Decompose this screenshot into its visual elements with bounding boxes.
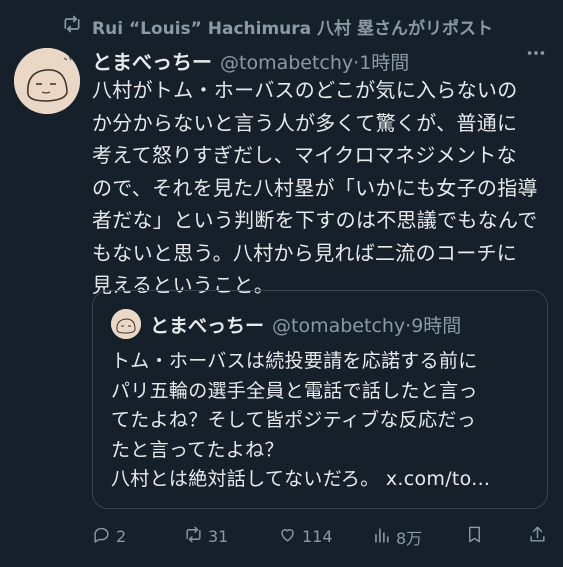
reply-count: 2: [116, 527, 127, 546]
like-count: 114: [302, 527, 333, 546]
action-bar: 2 31 114 8万: [92, 521, 548, 551]
like-button[interactable]: 114: [278, 525, 333, 548]
tweet-text: 八村がトム・ホーバスのどこが気に入らないの か分からないと言う人が多くて驚くが、…: [92, 78, 538, 297]
handle-time[interactable]: @tomabetchy·1時間: [220, 48, 409, 75]
bookmark-icon: [465, 525, 484, 548]
bookmark-button[interactable]: [465, 525, 484, 548]
quote-avatar: [111, 309, 141, 339]
share-icon: [528, 525, 547, 548]
quote-tweet-card[interactable]: とまべっちー @tomabetchy·9時間 トム・ホーバスは続投要請を応諾する…: [92, 290, 548, 509]
repost-count: 31: [208, 527, 229, 546]
more-button[interactable]: [525, 44, 547, 66]
display-name[interactable]: とまべっちー: [92, 46, 212, 75]
quote-link[interactable]: x.com/to...: [386, 468, 490, 490]
quote-display-name: とまべっちー: [150, 315, 265, 337]
tweet-header: とまべっちー @tomabetchy·1時間: [92, 46, 409, 75]
avatar[interactable]: [14, 48, 80, 114]
quote-text: トム・ホーバスは続投要請を応諾する前に パリ五輪の選手全員と電話で話したと言っ …: [111, 347, 541, 495]
views-count: 8万: [396, 529, 423, 548]
repost-icon: [62, 14, 82, 39]
reply-icon: [92, 525, 111, 548]
reply-button[interactable]: 2: [92, 525, 126, 548]
views-button[interactable]: 8万: [372, 525, 422, 549]
repost-icon: [184, 525, 203, 548]
quote-header: とまべっちー @tomabetchy·9時間: [150, 311, 461, 338]
more-icon: [525, 42, 547, 68]
repost-header[interactable]: Rui “Louis” Hachimura 八村 塁さんがリポスト: [62, 14, 493, 39]
quote-handle-time: @tomabetchy·9時間: [272, 315, 462, 337]
heart-icon: [278, 525, 297, 548]
views-icon: [372, 526, 391, 549]
repost-label: Rui “Louis” Hachimura 八村 塁さんがリポスト: [92, 19, 493, 39]
repost-button[interactable]: 31: [184, 525, 228, 548]
share-button[interactable]: [528, 525, 547, 548]
